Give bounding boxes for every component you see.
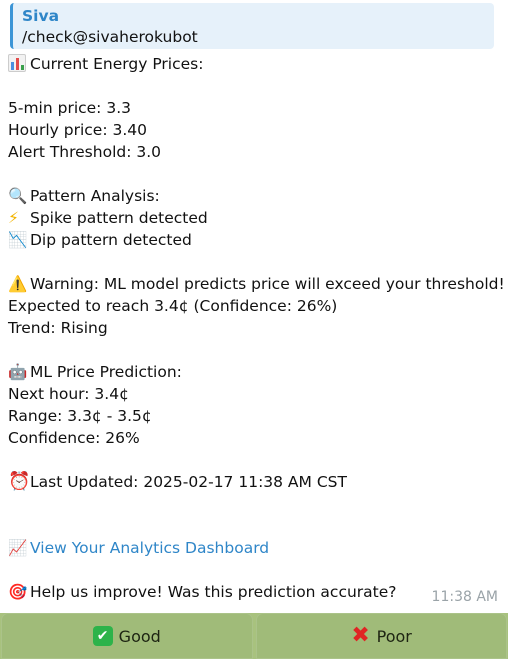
- prices-header: Current Energy Prices:: [30, 55, 204, 73]
- pattern-header: Pattern Analysis:: [30, 187, 160, 205]
- poor-label: Poor: [376, 626, 412, 646]
- lightning-icon: ⚡: [8, 209, 19, 227]
- cross-mark-icon: ✖: [351, 623, 370, 648]
- reply-sender: Siva: [22, 7, 60, 25]
- warning-icon: ⚠️: [8, 275, 28, 293]
- feedback-line: 🎯 Help us improve! Was this prediction ac…: [8, 581, 503, 603]
- next-hour: Next hour: 3.4¢: [8, 385, 129, 403]
- last-updated: Last Updated: 2025-02-17 11:38 AM CST: [30, 473, 347, 491]
- price-hourly: Hourly price: 3.40: [8, 121, 147, 139]
- chart-decreasing-icon: 📉: [8, 231, 28, 249]
- dip-line: 📉 Dip pattern detected: [8, 229, 503, 251]
- reply-text: /check@sivaherokubot: [22, 28, 198, 46]
- expected-text: Expected to reach 3.4¢ (Confidence: 26%): [8, 297, 338, 315]
- confidence: Confidence: 26%: [8, 429, 140, 447]
- pattern-header-line: 🔍 Pattern Analysis:: [8, 185, 503, 207]
- poor-button[interactable]: ✖ Poor: [255, 613, 507, 659]
- dart-target-icon: 🎯: [8, 583, 28, 601]
- spike-line: ⚡ Spike pattern detected: [8, 207, 503, 229]
- check-mark-icon: ✔: [92, 626, 113, 646]
- alarm-clock-icon: ⏰: [8, 471, 31, 492]
- magnifier-icon: 🔍: [8, 187, 28, 205]
- feedback-question: Help us improve! Was this prediction acc…: [30, 583, 397, 601]
- price-range: Range: 3.3¢ - 3.5¢: [8, 407, 152, 425]
- good-label: Good: [118, 626, 161, 646]
- message-time: 11:38 AM: [431, 589, 498, 605]
- dip-pattern: Dip pattern detected: [30, 231, 192, 249]
- warning-line: ⚠️ Warning: ML model predicts price will …: [8, 273, 505, 295]
- good-button[interactable]: ✔ Good: [1, 613, 253, 659]
- bot-message: Current Energy Prices: 5-min price: 3.3 …: [8, 53, 505, 603]
- trend-text: Trend: Rising: [8, 319, 108, 337]
- chart-increasing-icon: 📈: [8, 539, 28, 557]
- reply-preview[interactable]: Siva /check@sivaherokubot: [10, 3, 494, 49]
- inline-keyboard: ✔ Good ✖ Poor: [0, 613, 508, 659]
- spike-pattern: Spike pattern detected: [30, 209, 208, 227]
- prediction-header: ML Price Prediction:: [30, 363, 182, 381]
- robot-icon: 🤖: [8, 363, 28, 381]
- alert-threshold: Alert Threshold: 3.0: [8, 143, 162, 161]
- last-updated-line: ⏰Last Updated: 2025-02-17 11:38 AM CST: [8, 471, 503, 493]
- prediction-header-line: 🤖 ML Price Prediction:: [8, 361, 503, 383]
- dashboard-link[interactable]: View Your Analytics Dashboard: [30, 539, 269, 557]
- bar-chart-icon: [8, 53, 30, 75]
- dashboard-line[interactable]: 📈 View Your Analytics Dashboard: [8, 537, 503, 559]
- prices-header-line: Current Energy Prices:: [8, 53, 503, 75]
- price-5min: 5-min price: 3.3: [8, 99, 131, 117]
- warning-text: Warning: ML model predicts price will ex…: [30, 275, 505, 293]
